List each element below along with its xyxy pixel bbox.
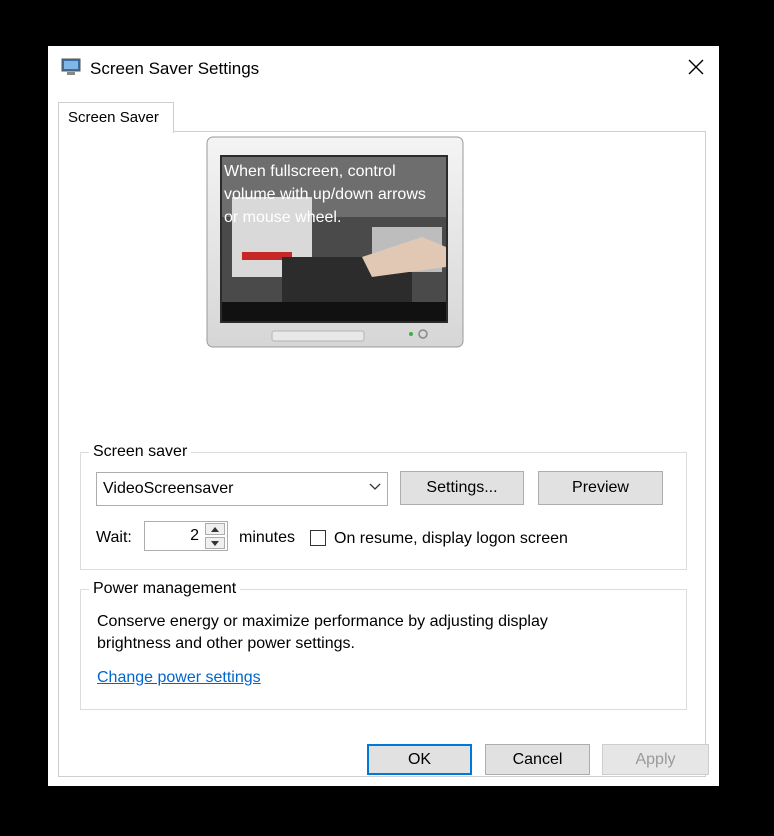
monitor-icon (61, 58, 81, 76)
window-title: Screen Saver Settings (90, 59, 260, 78)
wait-label: Wait: (96, 529, 132, 546)
apply-button[interactable]: Apply (602, 744, 709, 775)
screen-saver-group-label: Screen saver (89, 443, 192, 461)
screen-saver-group (80, 452, 687, 570)
title-bar[interactable]: Screen Saver Settings (48, 46, 719, 90)
preview-overlay-text: When fullscreen, control volume with up/… (224, 163, 426, 226)
preview-screen: When fullscreen, control volume with up/… (222, 157, 446, 321)
power-description-line1: Conserve energy or maximize performance … (97, 613, 548, 630)
screen-saver-dropdown-value: VideoScreensaver (103, 480, 234, 497)
wait-value: 2 (190, 527, 199, 544)
chevron-down-icon (369, 483, 381, 490)
resume-logon-checkbox[interactable] (310, 530, 326, 546)
close-button[interactable] (679, 52, 713, 82)
minutes-label: minutes (239, 529, 296, 546)
wait-minutes-spinner[interactable]: 2 (144, 521, 228, 551)
spin-up-button[interactable] (205, 523, 225, 535)
arrow-down-icon (211, 540, 219, 546)
tab-label: Screen Saver (68, 109, 159, 126)
tab-screen-saver[interactable]: Screen Saver (58, 102, 174, 133)
preview-button[interactable]: Preview (538, 471, 663, 505)
settings-button[interactable]: Settings... (400, 471, 524, 505)
screen-saver-dropdown[interactable]: VideoScreensaver (96, 472, 388, 506)
ok-button[interactable]: OK (367, 744, 472, 775)
arrow-up-icon (211, 526, 219, 532)
resume-logon-label[interactable]: On resume, display logon screen (334, 530, 568, 548)
close-icon (688, 59, 704, 75)
cancel-button[interactable]: Cancel (485, 744, 590, 775)
power-description-line2: brightness and other power settings. (97, 635, 355, 652)
spin-down-button[interactable] (205, 537, 225, 549)
power-management-group-label: Power management (89, 580, 241, 598)
change-power-settings-link[interactable]: Change power settings (97, 669, 261, 687)
